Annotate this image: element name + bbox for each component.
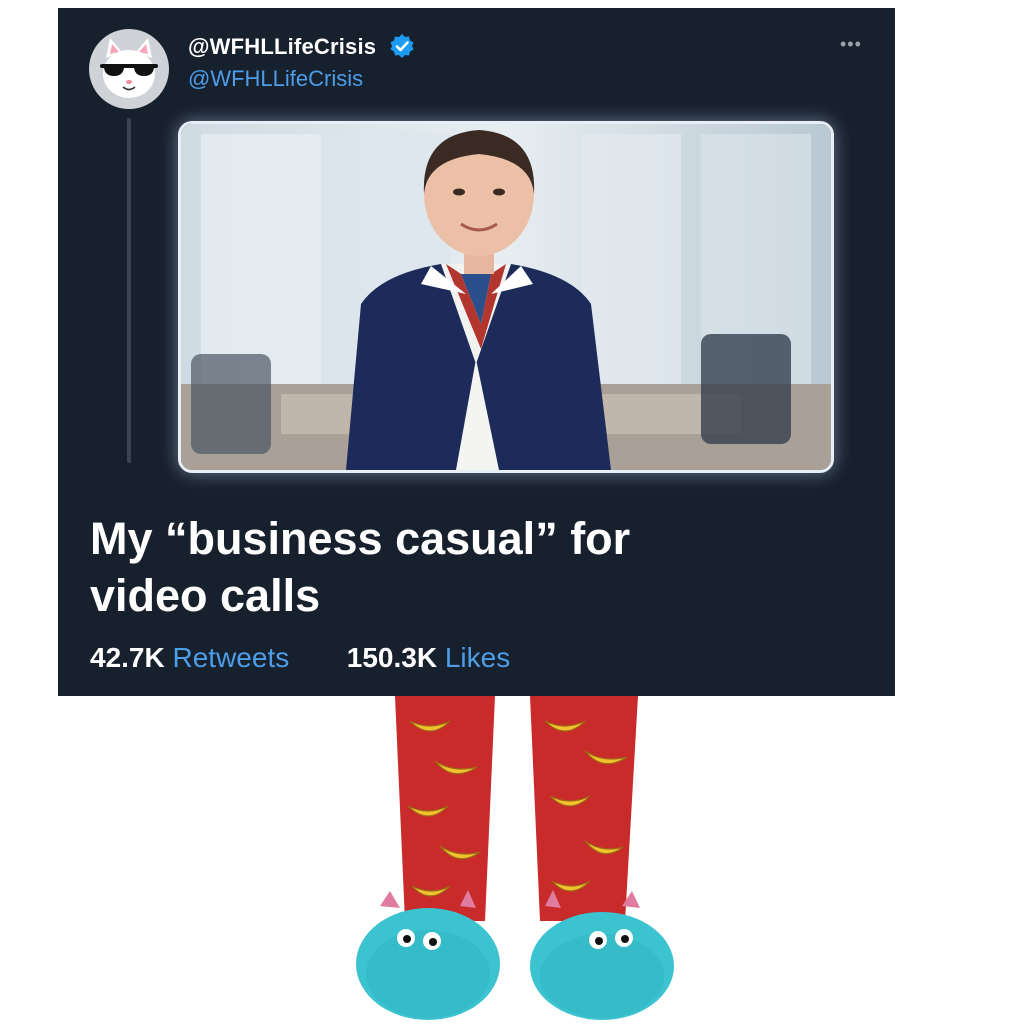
tweet-text-line-2: video calls <box>90 570 321 621</box>
more-options-icon[interactable]: ••• <box>840 34 862 55</box>
tweet-text-line-1: My “business casual” for <box>90 513 631 564</box>
tweet-text: My “business casual” for video calls <box>90 510 810 624</box>
display-name[interactable]: @WFHLLifeCrisis <box>188 34 376 60</box>
pajama-legs-with-monster-slippers <box>356 696 674 1020</box>
cat-avatar-icon[interactable] <box>88 28 170 110</box>
thread-line <box>127 118 131 463</box>
user-handle[interactable]: @WFHLLifeCrisis <box>188 66 363 92</box>
tweet-stats: 42.7K Retweets 150.3K Likes <box>90 642 510 674</box>
verified-check-icon <box>390 34 414 58</box>
retweets-link[interactable]: Retweets <box>173 642 290 673</box>
likes-count: 150.3K <box>346 642 438 673</box>
office-woman-photo <box>181 124 831 470</box>
retweets-count: 42.7K <box>90 642 165 673</box>
likes-link[interactable]: Likes <box>445 642 510 673</box>
tweet-media-photo[interactable] <box>178 121 834 473</box>
